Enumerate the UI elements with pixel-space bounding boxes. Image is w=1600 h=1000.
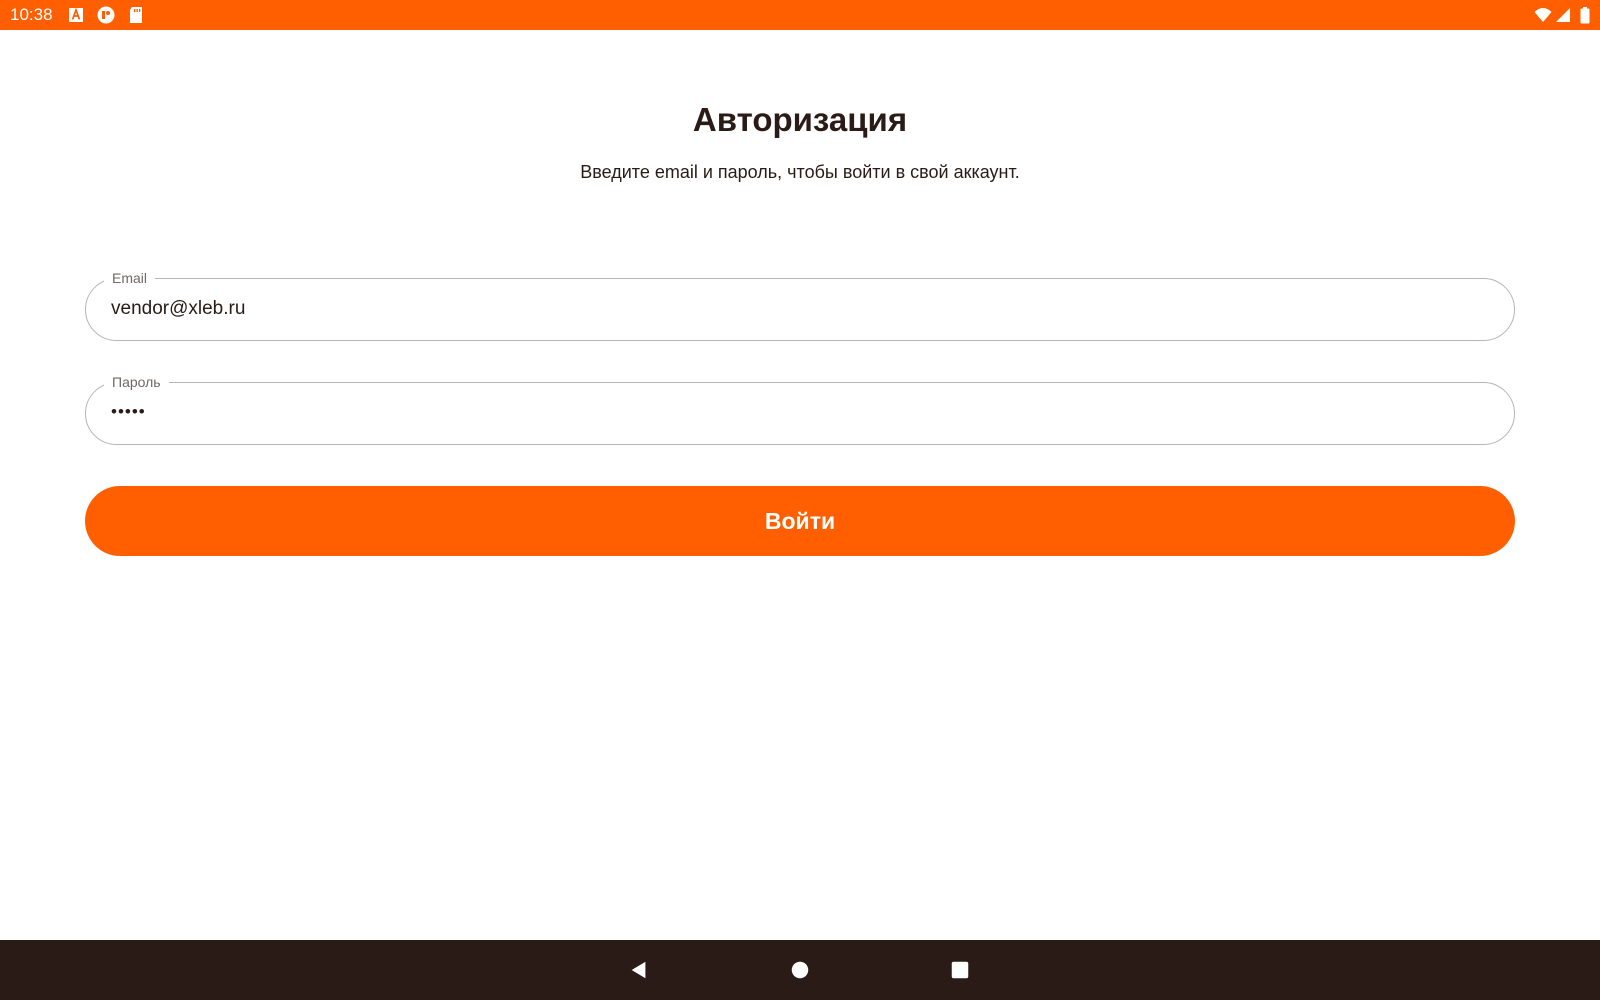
email-value[interactable]: vendor@xleb.ru — [111, 296, 245, 322]
recents-icon[interactable] — [945, 955, 975, 985]
password-value[interactable]: ••••• — [111, 399, 146, 425]
status-time: 10:38 — [10, 5, 53, 24]
cell-signal-icon — [1554, 6, 1572, 24]
back-icon[interactable] — [624, 955, 654, 985]
page-title: Авторизация — [692, 101, 908, 138]
email-label: Email — [104, 269, 156, 287]
navigation-bar — [0, 940, 1600, 1000]
login-screen: 10:38 Авторизация Введите email и пароль… — [0, 0, 1600, 1000]
login-button[interactable]: Войти — [85, 486, 1515, 556]
home-icon[interactable] — [785, 955, 815, 985]
sd-card-icon — [128, 6, 146, 24]
email-field[interactable]: Email vendor@xleb.ru — [85, 269, 1515, 341]
wifi-icon — [1534, 6, 1552, 24]
battery-icon — [1576, 6, 1594, 24]
password-field[interactable]: Пароль ••••• — [85, 373, 1515, 445]
status-bar: 10:38 — [0, 0, 1600, 30]
password-label: Пароль — [104, 373, 169, 391]
text-a-icon — [68, 6, 86, 24]
page-subtitle: Введите email и пароль, чтобы войти в св… — [580, 162, 1020, 182]
app-notification-icon — [97, 6, 115, 24]
